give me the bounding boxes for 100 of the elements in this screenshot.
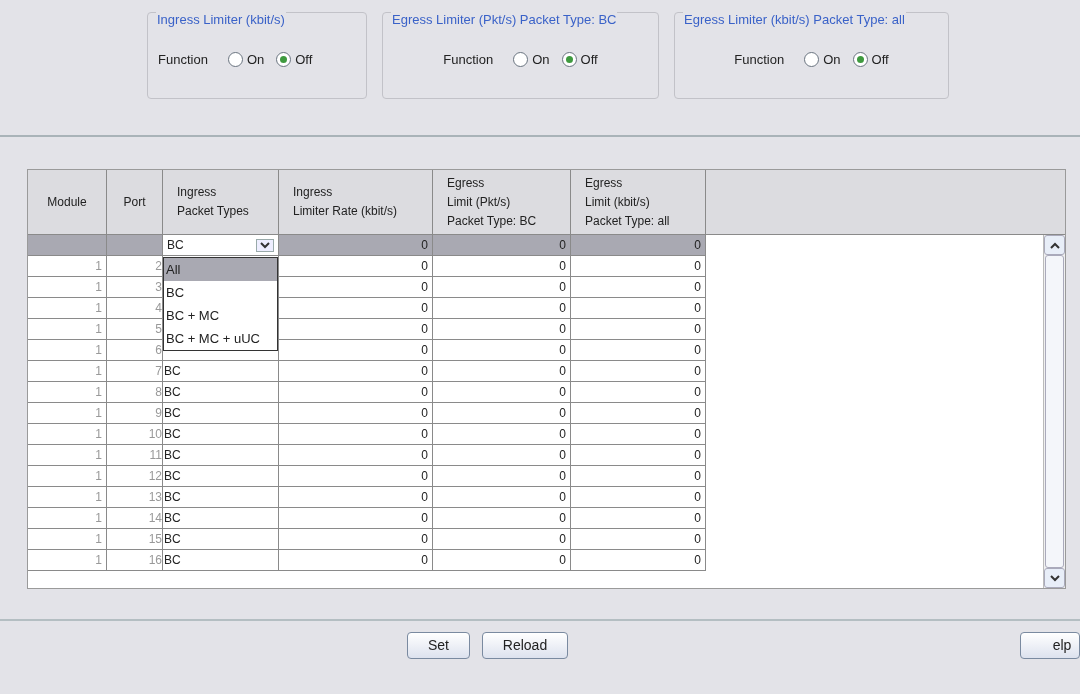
table-cell: 1 bbox=[28, 403, 107, 424]
table-cell: 0 bbox=[571, 508, 706, 529]
table-cell: 0 bbox=[433, 256, 571, 277]
packet-type-select[interactable]: BC bbox=[163, 235, 279, 256]
radio-label: On bbox=[246, 50, 265, 69]
scrollbar[interactable] bbox=[1043, 235, 1065, 588]
group-title: Egress Limiter (kbit/s) Packet Type: all bbox=[683, 10, 906, 30]
table-cell[interactable]: BC bbox=[163, 466, 279, 487]
table-cell: 0 bbox=[279, 319, 433, 340]
table-cell[interactable]: BC bbox=[163, 508, 279, 529]
table-cell: 0 bbox=[433, 361, 571, 382]
table-cell: 0 bbox=[433, 466, 571, 487]
dialog-button[interactable]: Reload bbox=[482, 632, 568, 659]
scroll-up-icon[interactable] bbox=[1044, 235, 1065, 255]
table-cell: 0 bbox=[571, 424, 706, 445]
radio-button[interactable] bbox=[276, 52, 292, 67]
table-cell: 0 bbox=[433, 529, 571, 550]
table-cell: 0 bbox=[279, 466, 433, 487]
table-cell[interactable]: BC bbox=[163, 424, 279, 445]
table-cell: 0 bbox=[571, 256, 706, 277]
table-cell: 0 bbox=[433, 403, 571, 424]
table-cell: 0 bbox=[571, 340, 706, 361]
group-title: Ingress Limiter (kbit/s) bbox=[156, 10, 286, 30]
radio-label: On bbox=[823, 50, 841, 69]
table-cell: 1 bbox=[28, 319, 107, 340]
table-cell: 1 bbox=[28, 298, 107, 319]
table-cell: 1 bbox=[28, 508, 107, 529]
table-cell[interactable]: BC bbox=[163, 403, 279, 424]
table-cell: 0 bbox=[433, 277, 571, 298]
table-cell: 11 bbox=[107, 445, 163, 466]
table-cell: 0 bbox=[279, 508, 433, 529]
table-cell: 1 bbox=[28, 529, 107, 550]
radio-button[interactable] bbox=[804, 52, 820, 67]
table-cell: 0 bbox=[279, 403, 433, 424]
radio-button[interactable] bbox=[561, 52, 577, 67]
table-cell: 0 bbox=[571, 277, 706, 298]
table-cell: 9 bbox=[107, 403, 163, 424]
table-cell: 0 bbox=[433, 424, 571, 445]
table-cell: 0 bbox=[433, 487, 571, 508]
table-cell: 1 bbox=[28, 550, 107, 571]
table-cell: 0 bbox=[571, 550, 706, 571]
radio-button[interactable] bbox=[227, 52, 243, 67]
table-cell: 0 bbox=[433, 382, 571, 403]
table-cell: 16 bbox=[107, 550, 163, 571]
table-cell: 12 bbox=[107, 466, 163, 487]
radio-label: On bbox=[532, 50, 550, 69]
table-cell: 0 bbox=[433, 508, 571, 529]
scroll-down-icon[interactable] bbox=[1044, 568, 1065, 588]
table-cell: 0 bbox=[571, 487, 706, 508]
caret-icon bbox=[256, 238, 274, 252]
table-cell: 0 bbox=[279, 235, 433, 256]
table-cell: 10 bbox=[107, 424, 163, 445]
table-cell: 0 bbox=[571, 319, 706, 340]
table-cell: 0 bbox=[571, 466, 706, 487]
table-cell: 0 bbox=[279, 340, 433, 361]
table-cell: 1 bbox=[28, 277, 107, 298]
table-cell[interactable]: BC bbox=[163, 487, 279, 508]
table-cell: 7 bbox=[107, 361, 163, 382]
table-cell: 0 bbox=[279, 361, 433, 382]
table-cell: 14 bbox=[107, 508, 163, 529]
table-cell[interactable]: BC bbox=[163, 550, 279, 571]
scroll-thumb[interactable] bbox=[1045, 255, 1064, 568]
radio-button[interactable] bbox=[513, 52, 529, 67]
table-cell: 0 bbox=[571, 235, 706, 256]
table-cell: 0 bbox=[279, 529, 433, 550]
table-cell: 0 bbox=[279, 298, 433, 319]
table-cell[interactable]: BC bbox=[163, 361, 279, 382]
table-cell: 0 bbox=[571, 382, 706, 403]
table-cell: 15 bbox=[107, 529, 163, 550]
table-cell[interactable]: BC bbox=[163, 445, 279, 466]
table-cell: 1 bbox=[28, 466, 107, 487]
table-cell: 0 bbox=[279, 445, 433, 466]
table-cell[interactable]: BC bbox=[163, 529, 279, 550]
table-cell: 0 bbox=[433, 298, 571, 319]
table-cell: 1 bbox=[28, 361, 107, 382]
function-label: Function bbox=[734, 50, 785, 69]
table-cell: 1 bbox=[28, 340, 107, 361]
radio-label: Off bbox=[580, 50, 598, 69]
table-cell[interactable]: BC bbox=[163, 382, 279, 403]
table-cell: 0 bbox=[571, 361, 706, 382]
table-cell: 0 bbox=[571, 298, 706, 319]
table-cell: 0 bbox=[571, 403, 706, 424]
table-cell: 0 bbox=[433, 340, 571, 361]
table-cell: 8 bbox=[107, 382, 163, 403]
table-cell: 0 bbox=[571, 529, 706, 550]
dialog-button[interactable]: Set bbox=[407, 632, 470, 659]
table-cell: 1 bbox=[28, 424, 107, 445]
table-cell: 13 bbox=[107, 487, 163, 508]
dropdown-option[interactable]: All bbox=[164, 258, 277, 281]
function-label: Function bbox=[443, 50, 494, 69]
function-label: Function bbox=[158, 50, 208, 69]
table-cell: 0 bbox=[279, 256, 433, 277]
table-cell: 0 bbox=[279, 550, 433, 571]
help-button[interactable]: elp bbox=[1020, 632, 1080, 659]
table-cell: 1 bbox=[28, 445, 107, 466]
table-cell: 0 bbox=[279, 382, 433, 403]
table-cell: 0 bbox=[571, 445, 706, 466]
table-cell: 0 bbox=[279, 424, 433, 445]
radio-button[interactable] bbox=[852, 52, 868, 67]
table-cell: 1 bbox=[28, 256, 107, 277]
